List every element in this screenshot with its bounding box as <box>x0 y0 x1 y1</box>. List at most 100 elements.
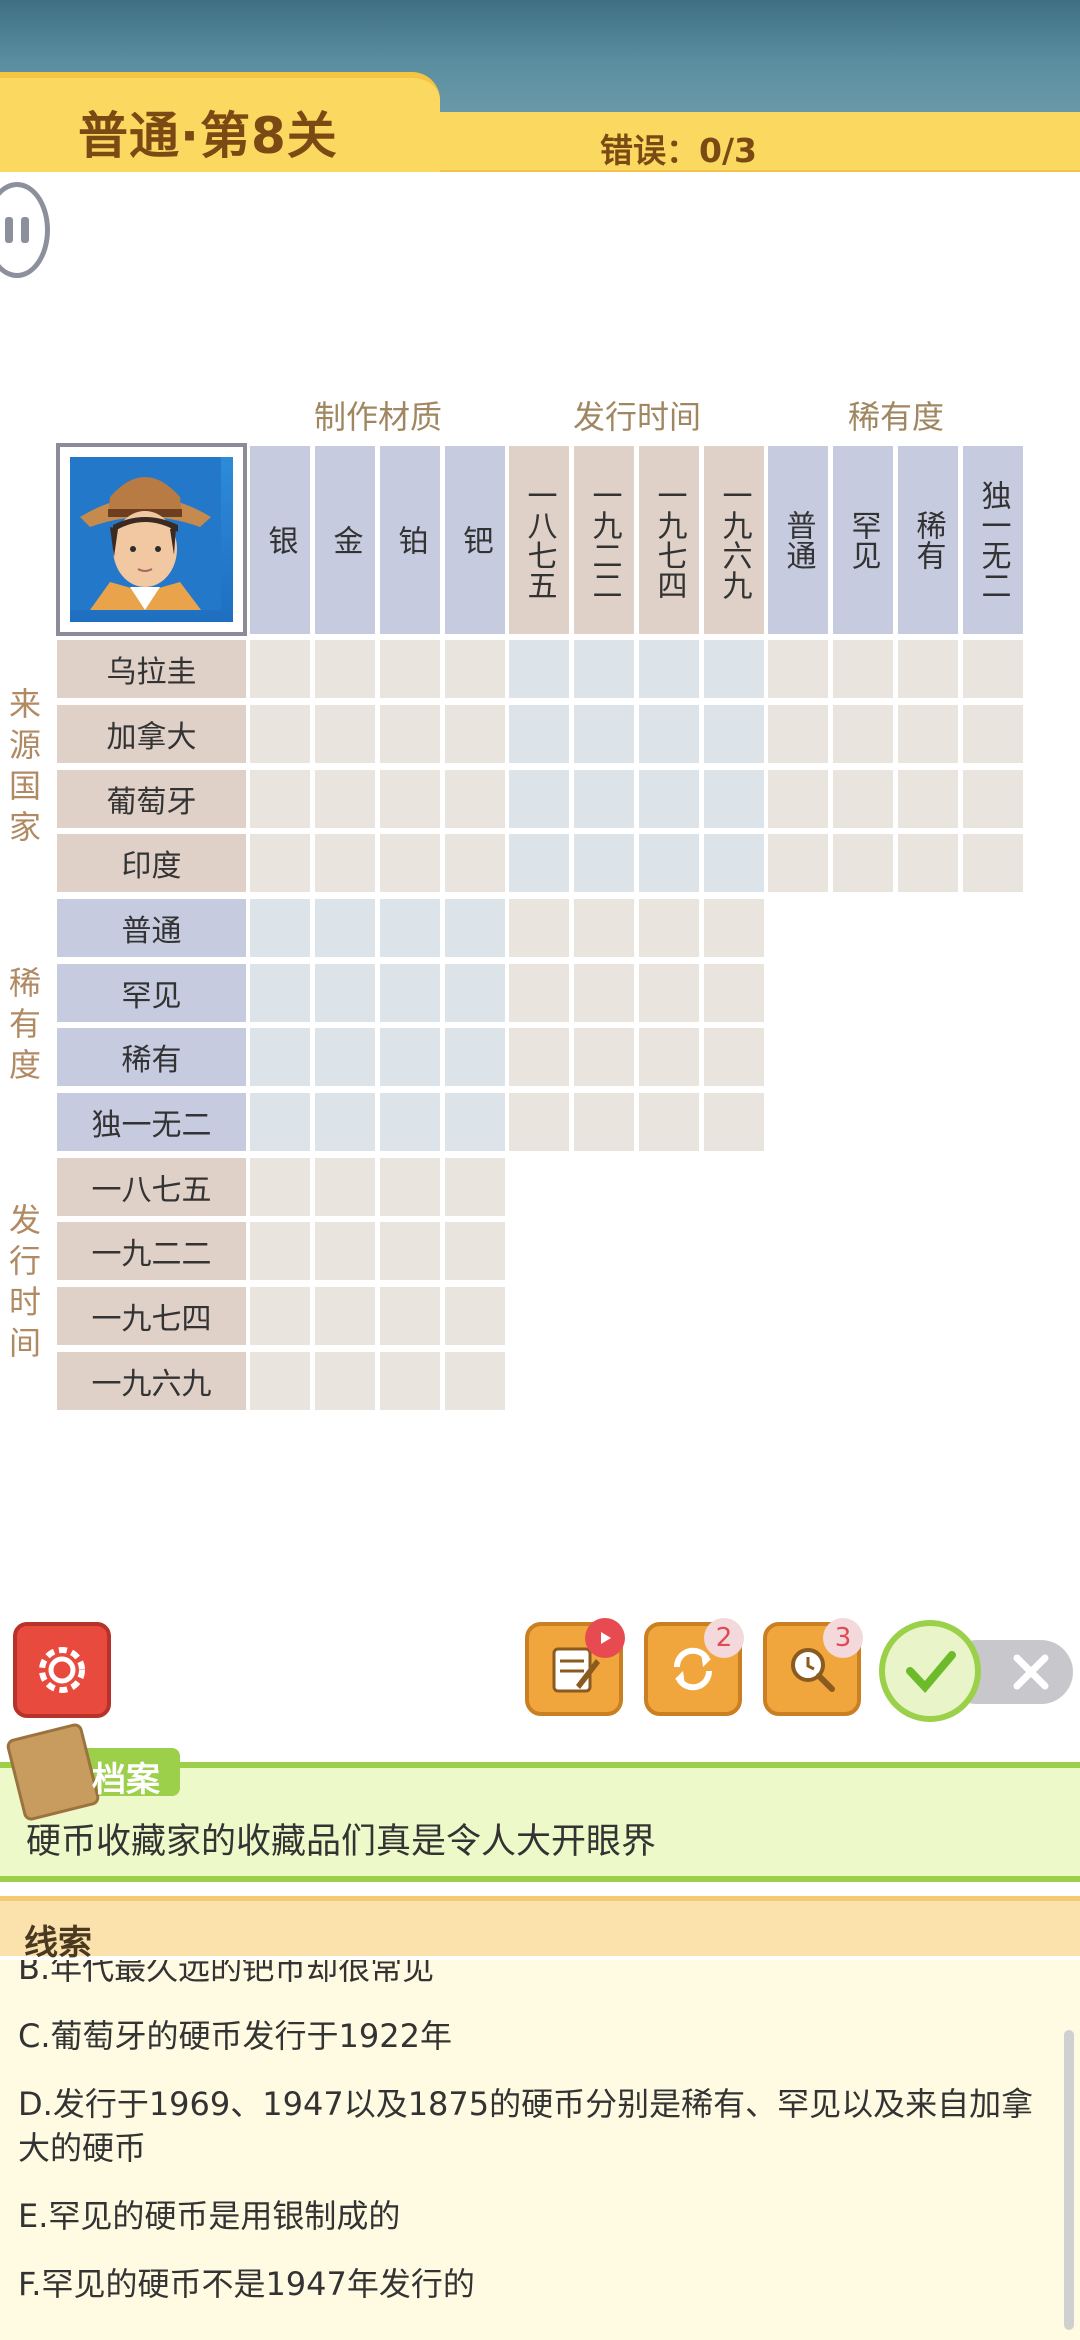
refresh-button[interactable]: 2 <box>644 1618 744 1716</box>
grid-cell[interactable] <box>768 834 828 892</box>
grid-cell[interactable] <box>509 640 569 698</box>
grid-cell[interactable] <box>250 964 310 1022</box>
grid-cell[interactable] <box>250 899 310 957</box>
grid-cell[interactable] <box>574 1093 634 1151</box>
grid-cell[interactable] <box>315 899 375 957</box>
grid-cell[interactable] <box>445 770 505 828</box>
grid-cell[interactable] <box>639 964 699 1022</box>
grid-cell[interactable] <box>315 964 375 1022</box>
grid-cell[interactable] <box>445 964 505 1022</box>
grid-cell[interactable] <box>509 834 569 892</box>
grid-cell[interactable] <box>315 640 375 698</box>
grid-cell[interactable] <box>315 1158 375 1216</box>
grid-cell[interactable] <box>509 899 569 957</box>
grid-cell[interactable] <box>704 770 764 828</box>
grid-cell[interactable] <box>445 1028 505 1086</box>
grid-cell[interactable] <box>639 770 699 828</box>
grid-cell[interactable] <box>250 705 310 763</box>
grid-cell[interactable] <box>833 640 893 698</box>
grid-cell[interactable] <box>315 770 375 828</box>
grid-cell[interactable] <box>768 770 828 828</box>
grid-cell[interactable] <box>574 834 634 892</box>
grid-cell[interactable] <box>445 1158 505 1216</box>
grid-cell[interactable] <box>380 964 440 1022</box>
grid-cell[interactable] <box>445 834 505 892</box>
grid-cell[interactable] <box>509 1028 569 1086</box>
grid-cell[interactable] <box>315 1028 375 1086</box>
grid-cell[interactable] <box>250 1352 310 1410</box>
grid-cell[interactable] <box>380 1028 440 1086</box>
grid-cell[interactable] <box>574 1028 634 1086</box>
grid-cell[interactable] <box>704 899 764 957</box>
pause-button[interactable] <box>0 182 50 278</box>
grid-cell[interactable] <box>250 1028 310 1086</box>
grid-cell[interactable] <box>445 1287 505 1345</box>
grid-cell[interactable] <box>380 1158 440 1216</box>
hint-button[interactable]: 3 <box>763 1618 863 1716</box>
grid-cell[interactable] <box>380 1222 440 1280</box>
grid-cell[interactable] <box>380 834 440 892</box>
grid-cell[interactable] <box>704 705 764 763</box>
grid-cell[interactable] <box>898 834 958 892</box>
grid-cell[interactable] <box>509 705 569 763</box>
grid-cell[interactable] <box>380 1093 440 1151</box>
grid-cell[interactable] <box>445 705 505 763</box>
grid-cell[interactable] <box>380 1352 440 1410</box>
grid-cell[interactable] <box>380 1287 440 1345</box>
grid-cell[interactable] <box>445 640 505 698</box>
grid-cell[interactable] <box>315 834 375 892</box>
grid-cell[interactable] <box>963 834 1023 892</box>
grid-cell[interactable] <box>509 1093 569 1151</box>
check-mark-toggle[interactable] <box>879 1620 981 1722</box>
grid-cell[interactable] <box>833 770 893 828</box>
grid-cell[interactable] <box>704 1028 764 1086</box>
grid-cell[interactable] <box>704 640 764 698</box>
grid-cell[interactable] <box>574 770 634 828</box>
grid-cell[interactable] <box>639 899 699 957</box>
grid-cell[interactable] <box>639 1028 699 1086</box>
grid-cell[interactable] <box>250 1287 310 1345</box>
grid-cell[interactable] <box>250 770 310 828</box>
grid-cell[interactable] <box>963 770 1023 828</box>
grid-cell[interactable] <box>574 705 634 763</box>
grid-cell[interactable] <box>250 1222 310 1280</box>
grid-cell[interactable] <box>315 1222 375 1280</box>
grid-cell[interactable] <box>250 640 310 698</box>
grid-cell[interactable] <box>380 640 440 698</box>
grid-cell[interactable] <box>315 1093 375 1151</box>
grid-cell[interactable] <box>639 1093 699 1151</box>
grid-cell[interactable] <box>445 1093 505 1151</box>
grid-cell[interactable] <box>963 640 1023 698</box>
grid-cell[interactable] <box>380 705 440 763</box>
notes-video-button[interactable] <box>525 1618 625 1716</box>
grid-cell[interactable] <box>768 640 828 698</box>
grid-cell[interactable] <box>509 770 569 828</box>
grid-cell[interactable] <box>250 1093 310 1151</box>
grid-cell[interactable] <box>768 705 828 763</box>
grid-cell[interactable] <box>315 1352 375 1410</box>
grid-cell[interactable] <box>380 770 440 828</box>
grid-cell[interactable] <box>704 834 764 892</box>
grid-cell[interactable] <box>315 1287 375 1345</box>
grid-cell[interactable] <box>704 964 764 1022</box>
grid-cell[interactable] <box>445 1352 505 1410</box>
grid-cell[interactable] <box>445 899 505 957</box>
clue-list-panel[interactable]: B.年代最久远的钯币却很常见 C.葡萄牙的硬币发行于1922年 D.发行于1969、… <box>0 1960 1080 2340</box>
grid-cell[interactable] <box>833 834 893 892</box>
grid-cell[interactable] <box>639 705 699 763</box>
grid-cell[interactable] <box>639 834 699 892</box>
settings-button[interactable] <box>13 1622 111 1718</box>
grid-cell[interactable] <box>639 640 699 698</box>
grid-cell[interactable] <box>315 705 375 763</box>
grid-cell[interactable] <box>445 1222 505 1280</box>
grid-cell[interactable] <box>704 1093 764 1151</box>
grid-cell[interactable] <box>509 964 569 1022</box>
grid-cell[interactable] <box>250 1158 310 1216</box>
grid-cell[interactable] <box>898 640 958 698</box>
grid-cell[interactable] <box>574 640 634 698</box>
clue-scrollbar[interactable] <box>1064 2030 1074 2330</box>
grid-cell[interactable] <box>574 964 634 1022</box>
grid-cell[interactable] <box>898 770 958 828</box>
grid-cell[interactable] <box>380 899 440 957</box>
grid-cell[interactable] <box>833 705 893 763</box>
